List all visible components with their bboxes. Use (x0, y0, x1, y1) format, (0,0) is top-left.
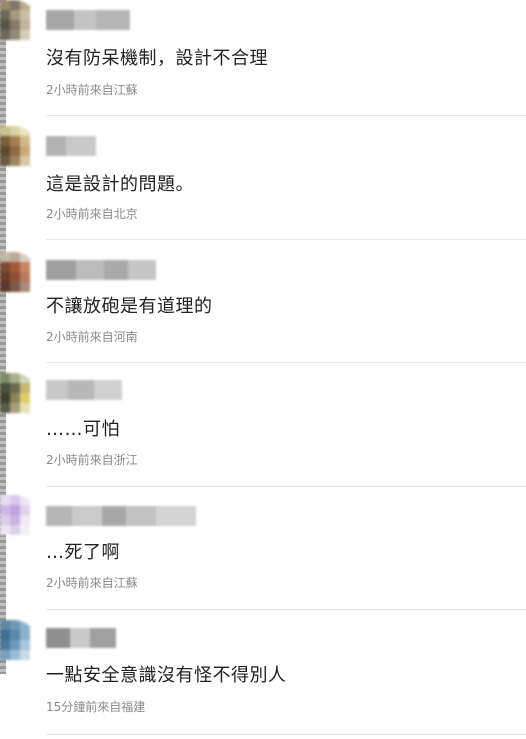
comment-meta: 2小時前來自河南 (46, 330, 138, 344)
comment-text: ……可怕 (46, 419, 120, 440)
divider (46, 486, 526, 487)
avatar[interactable] (0, 252, 38, 300)
avatar[interactable] (0, 373, 38, 421)
username-redacted[interactable] (46, 506, 196, 526)
comment-text: …死了啊 (46, 542, 120, 563)
avatar[interactable] (0, 126, 38, 174)
divider (46, 115, 526, 116)
username-redacted[interactable] (46, 380, 122, 400)
comment-meta: 2小時前來自江蘇 (46, 83, 138, 97)
avatar[interactable] (0, 495, 38, 543)
username-redacted[interactable] (46, 628, 116, 648)
avatar[interactable] (0, 620, 38, 668)
divider (46, 362, 526, 363)
username-redacted[interactable] (46, 136, 96, 156)
comment-text: 這是設計的問題。 (46, 174, 194, 195)
divider (46, 734, 526, 735)
username-redacted[interactable] (46, 10, 130, 30)
comment-meta: 15分鐘前來自福建 (46, 700, 146, 714)
avatar[interactable] (0, 0, 38, 48)
divider (46, 609, 526, 610)
comment-meta: 2小時前來自北京 (46, 207, 138, 221)
left-edge-strip (0, 0, 6, 674)
comment-text: 一點安全意識沒有怪不得別人 (46, 665, 287, 686)
comment-meta: 2小時前來自江蘇 (46, 576, 138, 590)
divider (46, 239, 526, 240)
comment-text: 不讓放砲是有道理的 (46, 296, 213, 317)
username-redacted[interactable] (46, 260, 156, 280)
comment-text: 沒有防呆機制，設計不合理 (46, 48, 268, 69)
comment-meta: 2小時前來自浙江 (46, 453, 138, 467)
